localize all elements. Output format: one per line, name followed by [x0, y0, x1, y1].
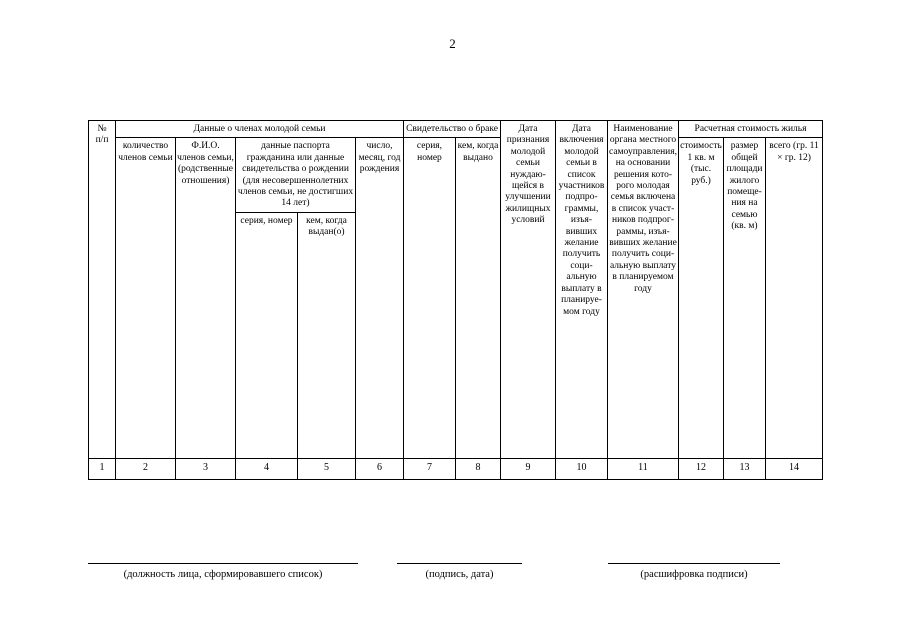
header-cell-date-need-recognized: Дата призна­ния молодой семьи нуждаю­щей…	[500, 120, 556, 459]
header-cell-full-name: Ф.И.О. членов семьи, (родствен­ные отно­…	[175, 137, 236, 459]
data-cell[interactable]	[456, 479, 501, 492]
data-cell[interactable]	[608, 479, 679, 492]
signature-footer: (должность лица, сформировавшего список)…	[0, 563, 905, 603]
signature-caption-position: (должность лица, сформировавшего список)	[123, 569, 323, 580]
table-row[interactable]	[88, 478, 823, 492]
header-cell-marriage-issued-by: кем, когда выда­но	[455, 137, 501, 459]
header-cell-local-government-body: Наиме­нование органа местного само­управ…	[607, 120, 679, 459]
data-cell[interactable]	[116, 479, 176, 492]
header-no-line2: п/п	[95, 135, 109, 146]
signature-caption-name-decoding: (расшифровка подписи)	[640, 569, 748, 580]
header-cell-passport-or-birth-certificate: данные паспорта гражданина или данные св…	[235, 137, 356, 213]
column-number-cell: 12	[678, 457, 724, 480]
column-number-cell: 14	[764, 457, 824, 480]
data-cell[interactable]	[766, 479, 823, 492]
data-cell[interactable]	[88, 478, 116, 492]
data-cell[interactable]	[298, 479, 356, 492]
header-cell-passport-series-number: серия, номер	[235, 211, 298, 459]
header-cell-date-of-birth: число, месяц, год рожде­ния	[355, 137, 404, 459]
column-number-cell: 4	[235, 457, 298, 480]
data-cell[interactable]	[724, 479, 766, 492]
column-number-cell: 9	[500, 457, 556, 480]
header-no-line1: №	[97, 124, 107, 134]
column-number-cell: 6	[355, 457, 404, 480]
data-cell[interactable]	[176, 479, 236, 492]
table-header-row-subgroups: коли­чество членов семьи Ф.И.О. членов с…	[89, 137, 824, 459]
header-cell-marriage-series-number: серия, номер	[403, 137, 456, 459]
header-cell-total-area: раз­мер об­щей пло­ща­ди жи­лого по­ме­щ…	[723, 137, 766, 459]
data-cell[interactable]	[679, 479, 724, 492]
column-number-cell: 5	[297, 457, 356, 480]
young-family-list-table: № п/п Данные о членах молодой семьи Свид…	[88, 119, 824, 492]
column-number-cell: 7	[403, 457, 456, 480]
form-table-container: № п/п Данные о членах молодой семьи Свид…	[88, 119, 824, 492]
header-cell-marriage-certificate: Свидетельство о браке	[403, 119, 501, 139]
column-number-cell: 13	[723, 457, 766, 480]
column-number-cell: 1	[88, 457, 116, 480]
signature-line[interactable]	[397, 563, 522, 564]
data-cell[interactable]	[236, 479, 298, 492]
header-cell-family-size: коли­чество членов семьи	[115, 137, 176, 459]
header-cell-date-included-in-list: Дата включе­ния моло­дой семьи в список …	[555, 120, 608, 459]
signature-caption-signature-date: (подпись, дата)	[425, 569, 494, 580]
column-number-cell: 3	[175, 457, 236, 480]
signature-line[interactable]	[608, 563, 780, 564]
column-number-cell: 10	[555, 457, 608, 480]
header-cell-family-members: Данные о членах молодой семьи	[115, 119, 404, 139]
table-column-number-row: 1 2 3 4 5 6 7 8 9 10 11 12 13 14	[88, 457, 824, 480]
data-cell[interactable]	[501, 479, 556, 492]
data-cell[interactable]	[556, 479, 608, 492]
header-cell-row-number: № п/п	[88, 120, 116, 459]
header-cell-cost-per-sqm: стои­мость 1 кв. м (тыс. руб.)	[678, 137, 724, 459]
column-number-cell: 2	[115, 457, 176, 480]
header-cell-passport-issued-by: кем, когда выдан(о)	[297, 211, 356, 459]
signature-block-position: (должность лица, сформировавшего список)	[88, 563, 358, 581]
column-number-cell: 8	[455, 457, 501, 480]
header-cell-estimated-housing-cost: Расчетная стоимость жилья	[677, 119, 824, 139]
table-header-row-groups: № п/п Данные о членах молодой семьи Свид…	[88, 119, 824, 459]
column-number-cell: 11	[607, 457, 679, 480]
page-number: 2	[449, 36, 456, 51]
data-cell[interactable]	[404, 479, 456, 492]
signature-line[interactable]	[88, 563, 358, 564]
data-cell[interactable]	[356, 479, 404, 492]
header-cell-total-cost: всего (гр. 11 × гр. 12)	[764, 137, 824, 459]
signature-block-name-decoding: (расшифровка подписи)	[608, 563, 780, 581]
signature-block-signature-date: (подпись, дата)	[397, 563, 522, 581]
